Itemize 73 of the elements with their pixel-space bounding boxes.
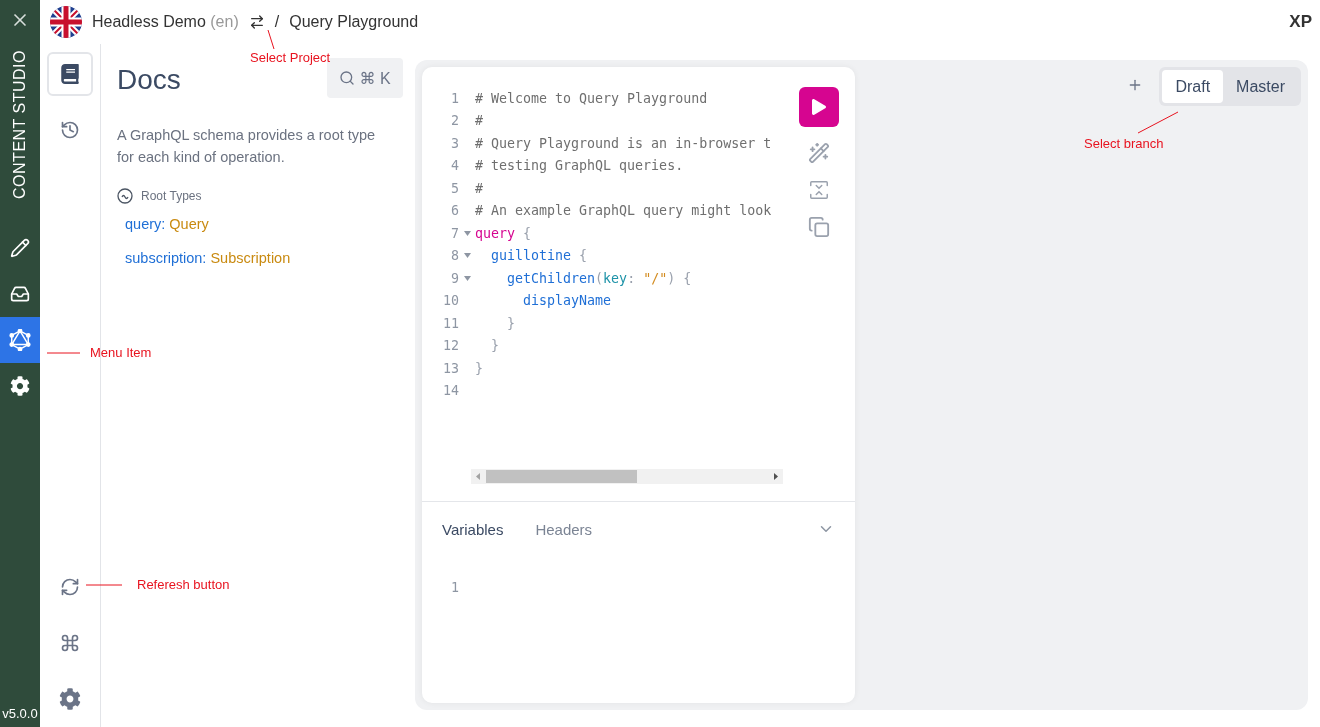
code-line: # Welcome to Query Playground — [475, 90, 708, 106]
branch-option[interactable]: Master — [1223, 70, 1298, 103]
code-line: query { — [475, 225, 532, 241]
code-line: # testing GraphQL queries. — [475, 158, 684, 174]
sidebar-tool-button[interactable] — [47, 52, 93, 96]
code-line: # — [475, 180, 483, 196]
search-icon — [339, 70, 356, 86]
annotation-label: Menu Item — [90, 345, 152, 360]
line-number: 11 — [442, 315, 459, 331]
annotation-label: Select branch — [1084, 136, 1164, 151]
leader-line — [268, 30, 274, 49]
code-line: guillotine { — [490, 248, 588, 264]
line-number: 8 — [450, 248, 459, 264]
editor-tab[interactable]: Headers — [535, 520, 593, 538]
merge-button[interactable] — [808, 179, 830, 201]
menu-item[interactable] — [0, 316, 40, 363]
breadcrumb-separator: / — [274, 13, 280, 31]
command-icon — [60, 633, 80, 653]
flag-icon[interactable] — [50, 6, 82, 38]
line-number: 7 — [450, 225, 459, 241]
leader-line — [86, 585, 122, 586]
swap-icon[interactable] — [248, 14, 265, 30]
page-title: Query Playground — [289, 13, 419, 31]
fold-caret-icon[interactable] — [463, 253, 471, 259]
line-number: 1 — [450, 90, 459, 106]
code-line: } — [475, 360, 483, 376]
code-line: # Query Playground is an in-browser t — [475, 135, 772, 151]
version-label: v5.0.0 — [2, 706, 38, 723]
play-icon — [811, 99, 827, 115]
line-number: 10 — [442, 293, 459, 309]
project-name: Headless Demo (en) — [92, 13, 239, 31]
copy-button[interactable] — [808, 216, 830, 238]
branch-option[interactable]: Draft — [1162, 70, 1224, 103]
history-icon — [60, 120, 80, 140]
annotation-label: Referesh button — [137, 577, 230, 592]
line-number: 13 — [442, 360, 459, 376]
leader-line — [1138, 112, 1178, 133]
code-line: displayName — [522, 293, 612, 309]
line-number: 12 — [442, 338, 459, 354]
graphql-icon — [9, 328, 31, 351]
pencil-icon — [10, 237, 30, 258]
settings-icon — [59, 688, 81, 710]
horizontal-scrollbar[interactable] — [471, 469, 783, 484]
line-number: 4 — [450, 158, 459, 174]
fold-caret-icon[interactable] — [463, 230, 471, 236]
app-title: CONTENT STUDIO — [11, 50, 29, 199]
line-number: 3 — [450, 135, 459, 151]
line-number: 9 — [450, 270, 459, 286]
docs-title: Docs — [117, 64, 181, 96]
refresh-icon — [60, 577, 80, 597]
root-type-link[interactable]: query: Query — [125, 216, 403, 232]
brand-logo: XP — [1289, 12, 1312, 32]
line-number: 5 — [450, 180, 459, 196]
code-line: # An example GraphQL query might look — [475, 203, 772, 219]
line-number: 14 — [442, 383, 459, 399]
editor-tab[interactable]: Variables — [442, 520, 504, 538]
root-types-icon — [117, 188, 133, 204]
line-number: 2 — [450, 113, 459, 129]
root-type-link[interactable]: subscription: Subscription — [125, 250, 403, 266]
prettify-button[interactable] — [808, 142, 830, 164]
leader-line — [47, 353, 80, 354]
line-number: 1 — [450, 579, 459, 595]
code-line: } — [506, 315, 516, 331]
run-button[interactable] — [799, 87, 839, 127]
docs-description: A GraphQL schema provides a root type for each kind of operation. — [117, 126, 377, 167]
book-icon — [60, 64, 80, 84]
fold-caret-icon[interactable] — [463, 275, 471, 281]
line-number: 6 — [450, 203, 459, 219]
settings-icon — [10, 375, 30, 396]
code-line: # — [475, 113, 483, 129]
code-line: getChildren(key: "/") { — [506, 270, 692, 286]
code-line: } — [490, 338, 500, 354]
section-label: Root Types — [141, 189, 202, 203]
